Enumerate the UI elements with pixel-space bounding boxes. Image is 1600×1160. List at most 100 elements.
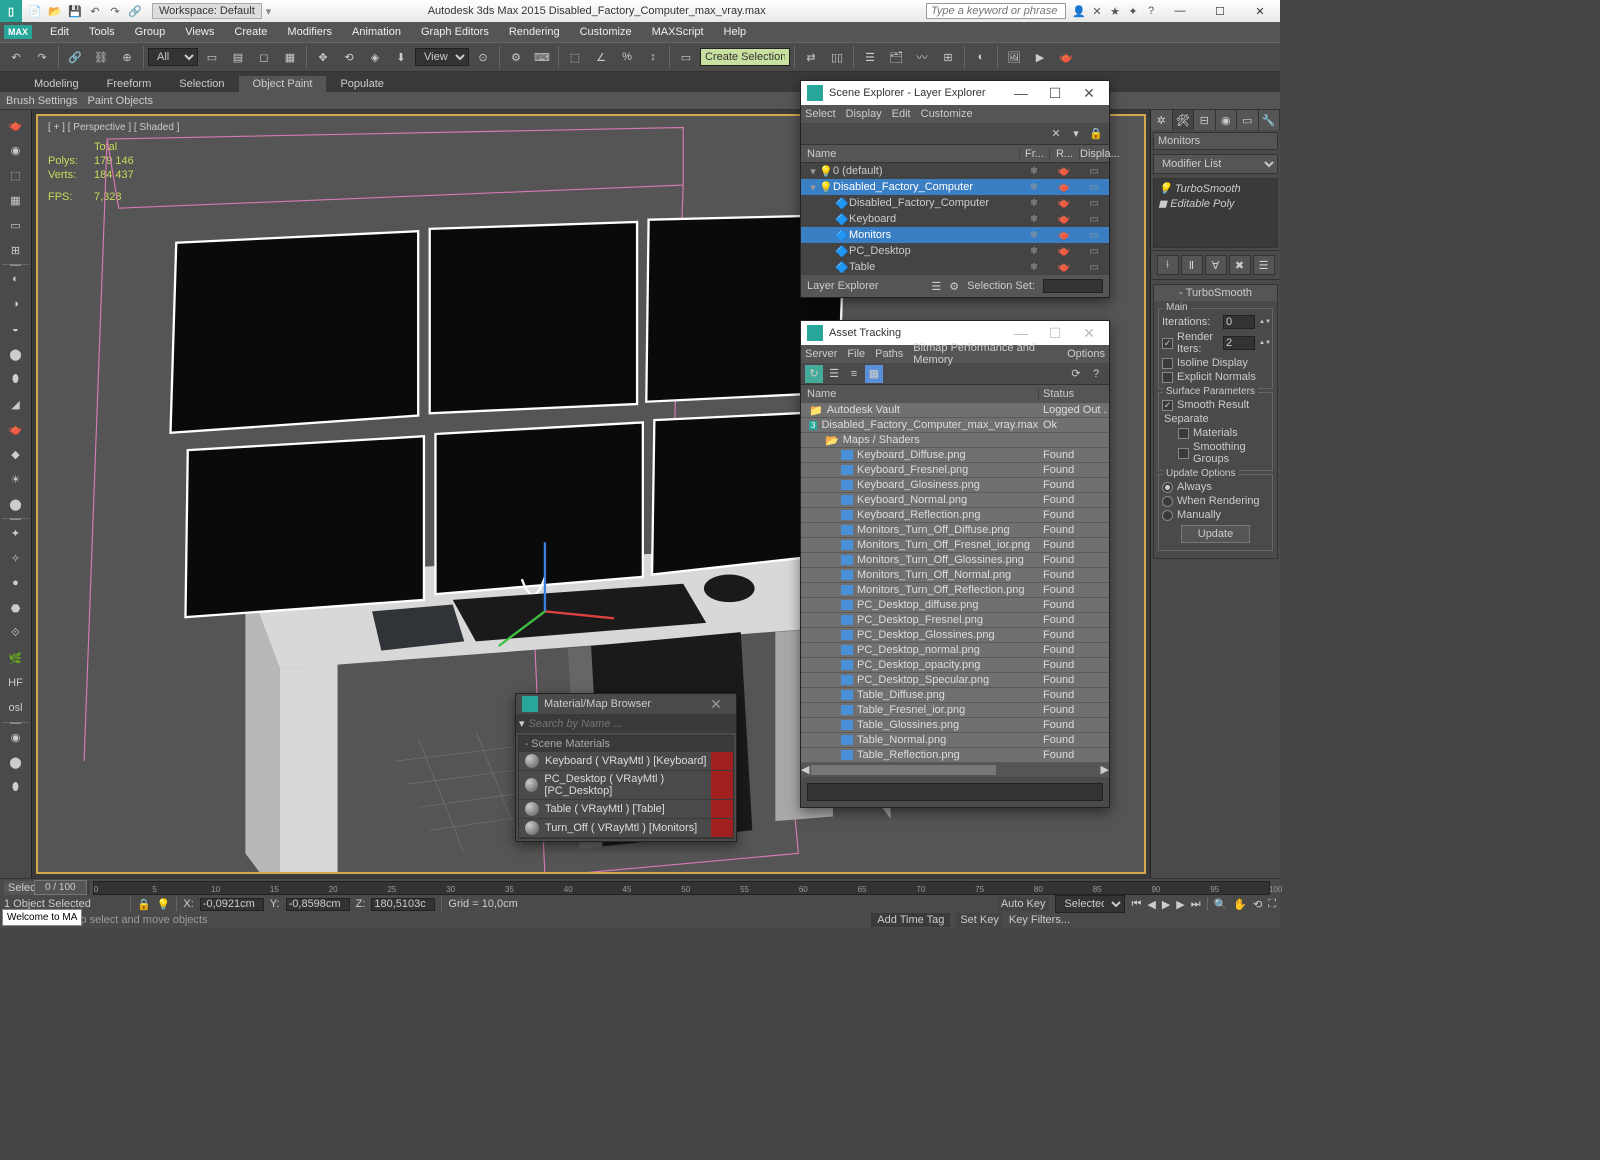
ribbon-tab-modeling[interactable]: Modeling [20,76,93,92]
at-row[interactable]: Table_Diffuse.pngFound [801,688,1109,703]
left-tool-2[interactable]: ⬚ [3,164,29,186]
render-setup-icon[interactable]: 🖼 [1002,45,1026,69]
at-row[interactable]: Monitors_Turn_Off_Glossines.pngFound [801,553,1109,568]
at-row[interactable]: Keyboard_Fresnel.pngFound [801,463,1109,478]
minimize-button[interactable]: — [1160,5,1200,17]
menu-tools[interactable]: Tools [79,26,125,38]
stack-item[interactable]: ◼ Editable Poly [1156,196,1275,211]
stack-item[interactable]: 💡 TurboSmooth [1156,181,1275,196]
qat-link-icon[interactable]: 🔗 [126,2,144,20]
left-tool-14[interactable]: ◆ [3,443,29,465]
motion-tab-icon[interactable]: ◉ [1216,110,1238,130]
se-close-button[interactable]: ✕ [1075,85,1103,102]
mb-item[interactable]: Table ( VRayMtl ) [Table] [519,800,733,819]
link-icon[interactable]: 🔗 [63,45,87,69]
at-help-icon[interactable]: ? [1087,365,1105,383]
at-row[interactable]: PC_Desktop_Fresnel.pngFound [801,613,1109,628]
se-tree[interactable]: ▾ 💡 0 (default) ❄🫖▭ ▾ 💡 Disabled_Factory… [801,163,1109,275]
at-close-button[interactable]: ✕ [1075,325,1103,342]
brush-settings-button[interactable]: Brush Settings [6,95,78,107]
help-search-input[interactable] [926,3,1066,19]
render-frame-icon[interactable]: ▶ [1028,45,1052,69]
unique-icon[interactable]: ∀ [1205,255,1227,275]
at-scrollbar[interactable]: ◀▶ [801,763,1109,777]
at-row[interactable]: Keyboard_Glosiness.pngFound [801,478,1109,493]
at-row[interactable]: Table_Reflection.pngFound [801,748,1109,763]
se-row[interactable]: ▾ 💡 0 (default) ❄🫖▭ [801,163,1109,179]
menu-edit[interactable]: Edit [40,26,79,38]
smooth-result-checkbox[interactable] [1162,400,1173,411]
maximize-button[interactable]: ☐ [1200,5,1240,18]
at-row[interactable]: Table_Fresnel_ior.pngFound [801,703,1109,718]
align-icon[interactable]: ▯▯ [825,45,849,69]
at-body[interactable]: 📁Autodesk VaultLogged Out .3Disabled_Fac… [801,403,1109,763]
mb-item[interactable]: Turn_Off ( VRayMtl ) [Monitors] [519,819,733,838]
close-button[interactable]: ✕ [1240,5,1280,18]
at-row[interactable]: PC_Desktop_Glossines.pngFound [801,628,1109,643]
se-menu-customize[interactable]: Customize [921,108,973,120]
menu-help[interactable]: Help [714,26,757,38]
layers-icon[interactable]: ☰ [858,45,882,69]
left-tool-1[interactable]: ◉ [3,139,29,161]
at-row[interactable]: Keyboard_Diffuse.pngFound [801,448,1109,463]
help-icon[interactable]: ? [1142,5,1160,17]
paint-objects-button[interactable]: Paint Objects [88,95,153,107]
at-menu-options[interactable]: Options [1067,348,1105,360]
config-icon[interactable]: ☰ [1253,255,1275,275]
left-tool-8[interactable]: ◑ [3,293,29,315]
show-end-icon[interactable]: Ⅱ [1181,255,1203,275]
left-tool-20[interactable]: ● [3,572,29,594]
selection-filter[interactable]: All [148,48,198,66]
placement-icon[interactable]: ⬇ [389,45,413,69]
left-tool-11[interactable]: ⬮ [3,368,29,390]
update-manually-radio[interactable] [1162,510,1173,521]
at-path-input[interactable] [807,783,1103,801]
se-menu-select[interactable]: Select [805,108,836,120]
display-tab-icon[interactable]: ▭ [1237,110,1259,130]
se-minimize-button[interactable]: — [1007,85,1035,101]
left-tool-18[interactable]: ✦ [3,522,29,544]
left-tool-29[interactable]: ⬮ [3,776,29,798]
update-always-radio[interactable] [1162,482,1173,493]
mb-options-icon[interactable]: ▾ [519,717,525,730]
menu-rendering[interactable]: Rendering [499,26,570,38]
ref-coord-system[interactable]: View [415,48,469,66]
update-button[interactable]: Update [1181,525,1250,543]
scale-icon[interactable]: ◈ [363,45,387,69]
percent-snap-icon[interactable]: % [615,45,639,69]
se-layers-icon[interactable]: ☰ [931,280,941,293]
left-tool-13[interactable]: 🫖 [3,418,29,440]
menu-graph-editors[interactable]: Graph Editors [411,26,499,38]
keyfilters-button[interactable]: Key Filters... [1009,914,1070,926]
at-tree-icon[interactable]: ☰ [825,365,843,383]
signin-icon[interactable]: 👤 [1070,5,1088,18]
angle-snap-icon[interactable]: ∠ [589,45,613,69]
left-tool-10[interactable]: ⬤ [3,343,29,365]
left-tool-27[interactable]: ◉ [3,726,29,748]
left-tool-26[interactable]: — [2,722,29,723]
max-badge-icon[interactable]: MAX [4,25,32,39]
object-name-field[interactable] [1153,132,1278,150]
menu-group[interactable]: Group [125,26,176,38]
goto-start-icon[interactable]: ⏮ [1131,898,1141,911]
ribbon-tab-populate[interactable]: Populate [326,76,397,92]
redo-icon[interactable]: ↷ [30,45,54,69]
manipulate-icon[interactable]: ⚙ [504,45,528,69]
at-col-status[interactable]: Status [1039,388,1109,400]
left-tool-15[interactable]: ☀ [3,468,29,490]
se-selset-input[interactable] [1043,279,1103,293]
workspace-selector[interactable]: Workspace: Default [152,3,262,19]
mb-search-input[interactable] [529,718,733,730]
left-tool-4[interactable]: ▭ [3,214,29,236]
named-sel-icon[interactable]: ▭ [674,45,698,69]
left-tool-12[interactable]: ◢ [3,393,29,415]
isolate-icon[interactable]: 💡 [157,898,171,911]
add-time-tag-button[interactable]: Add Time Tag [871,913,950,927]
at-row[interactable]: PC_Desktop_opacity.pngFound [801,658,1109,673]
select-name-icon[interactable]: ▤ [226,45,250,69]
at-row[interactable]: Keyboard_Reflection.pngFound [801,508,1109,523]
iterations-spinner[interactable]: ▲▼ [1259,320,1269,325]
asset-tracking-window[interactable]: Asset Tracking — ☐ ✕ Server File Paths B… [800,320,1110,808]
at-menu-server[interactable]: Server [805,348,837,360]
use-center-icon[interactable]: ⊙ [471,45,495,69]
